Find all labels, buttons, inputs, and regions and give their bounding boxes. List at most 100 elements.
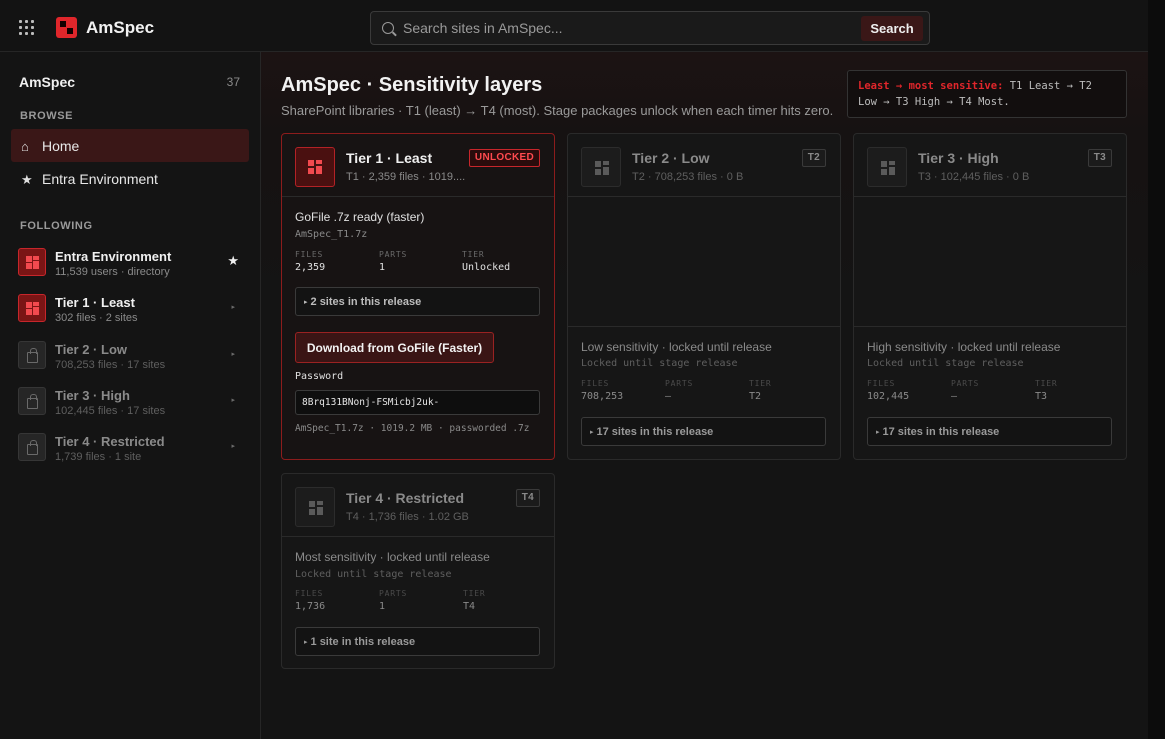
sites-expander[interactable]: 17 sites in this release [867, 417, 1112, 446]
tier-card-1: Tier 1 · Least T1 · 2,359 files · 1019..… [281, 133, 555, 460]
tier-meta: T4 · 1,736 files · 1.02 GB [346, 511, 469, 523]
browse-heading: BROWSE [20, 110, 74, 122]
package-status: Most sensitivity · locked until release [295, 550, 490, 564]
following-item-tier-2[interactable]: Tier 2 · Low 708,253 files · 17 sites ▸ [18, 341, 243, 375]
tier-meta: T3 · 102,445 files · 0 B [918, 171, 1030, 183]
package-status: High sensitivity · locked until release [867, 340, 1061, 354]
divider [854, 326, 1126, 327]
top-bar: AmSpec Search [0, 0, 1148, 52]
stat-parts-label: PARTS [379, 250, 408, 259]
stat-parts-value: 1 [379, 601, 386, 612]
following-item-sub: 708,253 files · 17 sites [55, 359, 166, 371]
divider [568, 326, 840, 327]
chevron-right-icon[interactable]: ▸ [231, 442, 235, 450]
tier-meta: T1 · 2,359 files · 1019.... [346, 171, 466, 183]
following-item-name: Tier 2 · Low [55, 342, 127, 357]
following-item-name: Entra Environment [55, 249, 172, 264]
package-status: GoFile .7z ready (faster) [295, 210, 425, 224]
lock-icon [18, 433, 46, 461]
package-file: AmSpec_T1.7z [295, 229, 368, 240]
tier-card-2: Tier 2 · Low T2 · 708,253 files · 0 B T2… [567, 133, 841, 460]
sites-expander-label: 17 sites in this release [590, 426, 714, 438]
search-input[interactable] [403, 17, 883, 39]
following-heading: FOLLOWING [20, 220, 93, 232]
tier-name[interactable]: Tier 4 · Restricted [346, 490, 464, 506]
site-tile-icon [581, 147, 621, 187]
star-icon: ★ [21, 172, 33, 187]
home-icon: ⌂ [21, 139, 29, 154]
site-tile-icon [18, 248, 46, 276]
sites-expander[interactable]: 1 site in this release [295, 627, 540, 656]
following-item-entra-environment[interactable]: Entra Environment 11,539 users · directo… [18, 248, 243, 282]
tier-badge: T3 [1087, 149, 1112, 167]
following-item-name: Tier 1 · Least [55, 295, 135, 310]
stat-parts-value: — [951, 391, 958, 402]
sensitivity-legend: Least → most sensitive: T1 Least → T2 Lo… [847, 70, 1127, 118]
search-icon [382, 22, 394, 34]
amspec-logo-icon[interactable] [56, 17, 77, 38]
sites-expander[interactable]: 2 sites in this release [295, 287, 540, 316]
following-item-sub: 102,445 files · 17 sites [55, 405, 166, 417]
app-launcher-icon[interactable] [19, 20, 35, 36]
main-content: AmSpec · Sensitivity layers SharePoint l… [261, 52, 1148, 739]
stat-parts-value: 1 [379, 262, 386, 273]
sites-expander-label: 1 site in this release [304, 636, 416, 648]
chevron-right-icon[interactable]: ▸ [231, 350, 235, 358]
sites-expander-label: 17 sites in this release [876, 426, 1000, 438]
lock-icon [18, 387, 46, 415]
following-item-tier-4[interactable]: Tier 4 · Restricted 1,739 files · 1 site… [18, 433, 243, 467]
nav-item-label: Home [42, 138, 80, 154]
search-box: Search [370, 11, 930, 45]
tier-meta: T2 · 708,253 files · 0 B [632, 171, 744, 183]
page-title: AmSpec · Sensitivity layers [281, 74, 543, 96]
following-item-tier-1[interactable]: Tier 1 · Least 302 files · 2 sites ▸ [18, 294, 243, 328]
stat-tier-label: TIER [1035, 379, 1058, 388]
sites-expander-label: 2 sites in this release [304, 296, 422, 308]
brand-name[interactable]: AmSpec [86, 18, 154, 38]
stat-files-value: 708,253 [581, 391, 624, 402]
chevron-right-icon[interactable]: ▸ [231, 396, 235, 404]
download-gofile-button[interactable]: Download from GoFile (Faster) [295, 332, 494, 363]
sidebar: AmSpec 37 BROWSE ⌂ Home ★ Entra Environm… [0, 52, 261, 739]
tier-name[interactable]: Tier 3 · High [918, 150, 999, 166]
card-header: Tier 3 · High T3 · 102,445 files · 0 B T… [854, 134, 1126, 197]
following-item-tier-3[interactable]: Tier 3 · High 102,445 files · 17 sites ▸ [18, 387, 243, 421]
site-tile-icon [18, 294, 46, 322]
stat-tier-value: T4 [463, 601, 476, 612]
password-field[interactable] [295, 390, 540, 415]
stat-files-value: 102,445 [867, 391, 910, 402]
nav-item-home[interactable]: ⌂ Home [11, 129, 249, 162]
app-frame: AmSpec Search AmSpec 37 BROWSE ⌂ Home ★ … [0, 0, 1148, 739]
stat-parts-label: PARTS [951, 379, 980, 388]
stat-files-label: FILES [867, 379, 896, 388]
stat-files-value: 2,359 [295, 262, 326, 273]
password-label: Password [295, 371, 344, 382]
lock-icon [18, 341, 46, 369]
card-header: Tier 4 · Restricted T4 · 1,736 files · 1… [282, 474, 554, 537]
status-badge: UNLOCKED [468, 149, 540, 167]
stat-tier-value: T3 [1035, 391, 1048, 402]
card-header: Tier 2 · Low T2 · 708,253 files · 0 B T2 [568, 134, 840, 197]
stat-files-value: 1,736 [295, 601, 326, 612]
tier-name[interactable]: Tier 1 · Least [346, 150, 432, 166]
stat-parts-label: PARTS [665, 379, 694, 388]
nav-item-entra-environment[interactable]: ★ Entra Environment [11, 162, 249, 195]
package-file: Locked until stage release [867, 358, 1024, 369]
sites-expander[interactable]: 17 sites in this release [581, 417, 826, 446]
package-file: Locked until stage release [581, 358, 738, 369]
stat-files-label: FILES [581, 379, 610, 388]
tier-card-3: Tier 3 · High T3 · 102,445 files · 0 B T… [853, 133, 1127, 460]
legend-lead: Least → most sensitive: [858, 80, 1004, 92]
site-tile-icon [867, 147, 907, 187]
nav-item-label: Entra Environment [42, 171, 158, 187]
search-button[interactable]: Search [861, 16, 923, 41]
package-footer: AmSpec_T1.7z · 1019.2 MB · passworded .7… [295, 423, 530, 434]
tier-badge: T4 [515, 489, 540, 507]
chevron-right-icon[interactable]: ▸ [231, 303, 235, 311]
stat-parts-label: PARTS [379, 589, 408, 598]
page-subtitle: SharePoint libraries · T1 (least) → T4 (… [281, 103, 834, 118]
star-icon[interactable]: ★ [227, 253, 239, 269]
package-status: Low sensitivity · locked until release [581, 340, 772, 354]
stat-tier-label: TIER [463, 589, 486, 598]
tier-name[interactable]: Tier 2 · Low [632, 150, 710, 166]
